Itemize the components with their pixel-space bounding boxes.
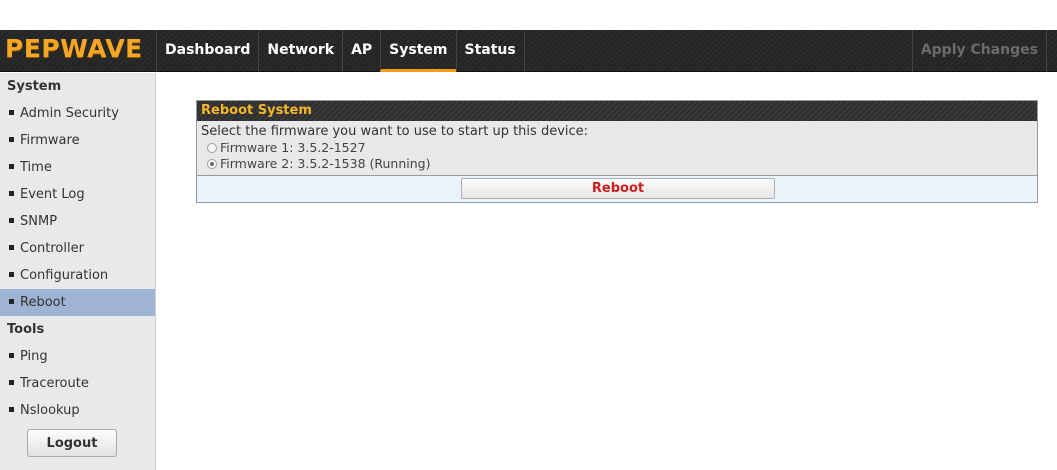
sidebar-item-time[interactable]: Time bbox=[0, 154, 155, 181]
sidebar-item-ping[interactable]: Ping bbox=[0, 343, 155, 370]
sidebar-item-nslookup[interactable]: Nslookup bbox=[0, 397, 155, 424]
sidebar-item-controller[interactable]: Controller bbox=[0, 235, 155, 262]
panel-footer: Reboot bbox=[197, 176, 1037, 202]
bullet-icon bbox=[9, 407, 14, 412]
sidebar-item-configuration[interactable]: Configuration bbox=[0, 262, 155, 289]
bullet-icon bbox=[9, 245, 14, 250]
nav-tab-status[interactable]: Status bbox=[455, 30, 525, 72]
sidebar-item-label: Configuration bbox=[20, 268, 109, 283]
sidebar-item-label: SNMP bbox=[20, 214, 58, 229]
sidebar-item-snmp[interactable]: SNMP bbox=[0, 208, 155, 235]
firmware-1-radio[interactable] bbox=[207, 143, 217, 153]
firmware-description: Select the firmware you want to use to s… bbox=[201, 124, 589, 139]
firmware-2-label: Firmware 2: 3.5.2-1538 (Running) bbox=[220, 156, 431, 171]
sidebar-item-traceroute[interactable]: Traceroute bbox=[0, 370, 155, 397]
bullet-icon bbox=[9, 110, 14, 115]
bullet-icon bbox=[9, 164, 14, 169]
nav-tab-dashboard[interactable]: Dashboard bbox=[156, 30, 258, 72]
pepwave-logo[interactable]: PEPWAVE bbox=[5, 34, 143, 64]
sidebar-item-label: Traceroute bbox=[20, 376, 89, 391]
main-nav: Dashboard Network AP System Status bbox=[156, 30, 525, 72]
apply-changes-button[interactable]: Apply Changes bbox=[911, 30, 1047, 72]
sidebar-heading-system: System bbox=[7, 79, 62, 94]
bullet-icon bbox=[9, 191, 14, 196]
sidebar-item-event-log[interactable]: Event Log bbox=[0, 181, 155, 208]
sidebar-item-label: Nslookup bbox=[20, 403, 80, 418]
bullet-icon bbox=[9, 272, 14, 277]
sidebar-item-label: Controller bbox=[20, 241, 84, 256]
sidebar-item-label: Time bbox=[20, 160, 52, 175]
bullet-icon bbox=[9, 218, 14, 223]
bullet-icon bbox=[9, 380, 14, 385]
sidebar: System Admin Security Firmware Time Even… bbox=[0, 73, 156, 470]
bullet-icon bbox=[9, 137, 14, 142]
sidebar-item-admin-security[interactable]: Admin Security bbox=[0, 100, 155, 127]
firmware-selection: Select the firmware you want to use to s… bbox=[197, 121, 1037, 176]
firmware-1-label: Firmware 1: 3.5.2-1527 bbox=[220, 140, 366, 155]
reboot-system-panel: Reboot System Select the firmware you wa… bbox=[196, 100, 1038, 203]
panel-title: Reboot System bbox=[197, 101, 1037, 121]
firmware-option-2[interactable]: Firmware 2: 3.5.2-1538 (Running) bbox=[201, 156, 1032, 172]
nav-tab-network[interactable]: Network bbox=[258, 30, 342, 72]
sidebar-heading-tools: Tools bbox=[7, 322, 45, 337]
nav-tab-system[interactable]: System bbox=[380, 30, 456, 72]
sidebar-item-label: Admin Security bbox=[20, 106, 119, 121]
sidebar-item-label: Firmware bbox=[20, 133, 80, 148]
bullet-icon bbox=[9, 299, 14, 304]
reboot-button[interactable]: Reboot bbox=[461, 178, 775, 199]
sidebar-item-firmware[interactable]: Firmware bbox=[0, 127, 155, 154]
firmware-2-radio[interactable] bbox=[207, 159, 217, 169]
sidebar-item-label: Reboot bbox=[20, 295, 66, 310]
top-navigation-bar: PEPWAVE Dashboard Network AP System Stat… bbox=[0, 30, 1057, 72]
sidebar-item-reboot[interactable]: Reboot bbox=[0, 289, 155, 316]
logout-button[interactable]: Logout bbox=[27, 429, 117, 457]
sidebar-item-label: Ping bbox=[20, 349, 48, 364]
sidebar-item-label: Event Log bbox=[20, 187, 85, 202]
firmware-option-1[interactable]: Firmware 1: 3.5.2-1527 bbox=[201, 140, 1032, 156]
logout-container: Logout bbox=[0, 424, 155, 457]
bullet-icon bbox=[9, 353, 14, 358]
nav-tab-ap[interactable]: AP bbox=[342, 30, 380, 72]
